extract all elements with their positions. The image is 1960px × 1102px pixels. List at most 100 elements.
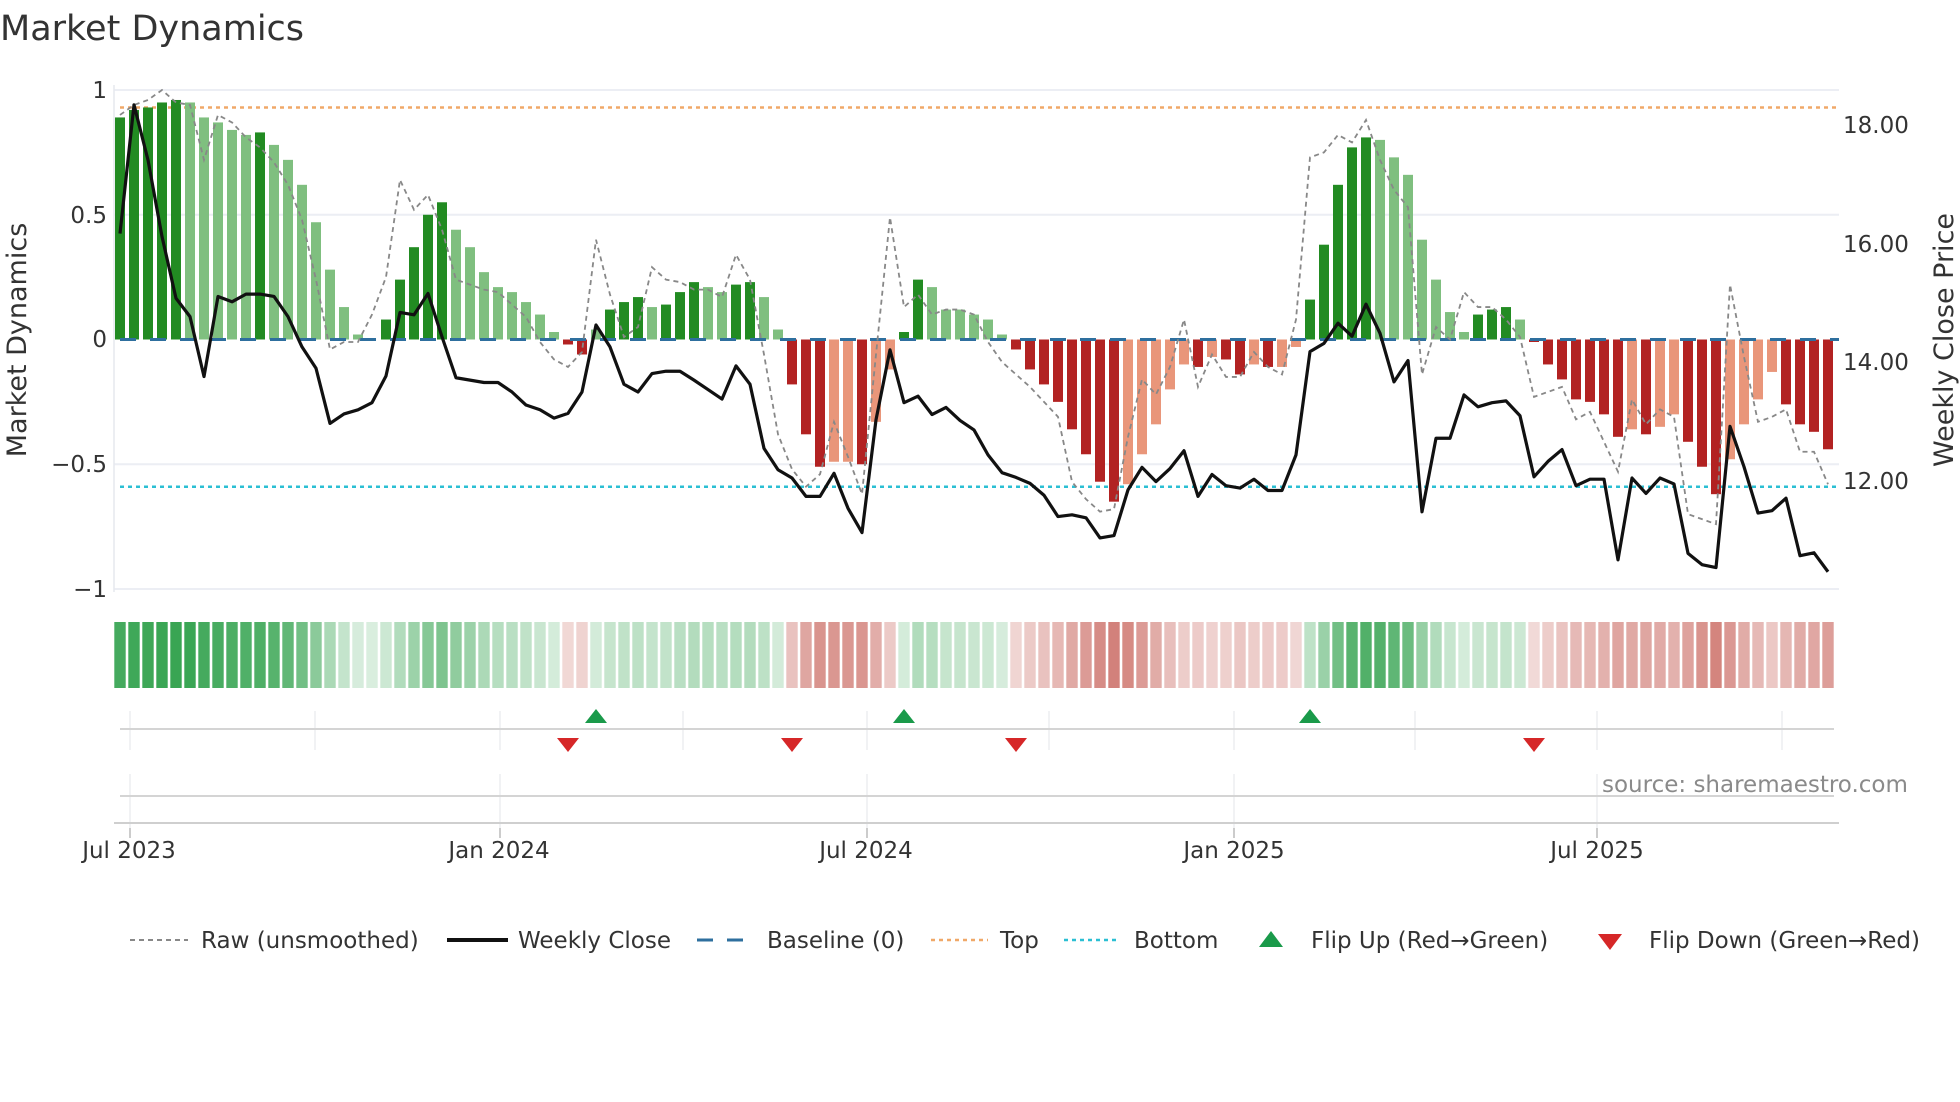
heatmap-cell bbox=[562, 622, 574, 688]
y-tick-left: −0.5 bbox=[51, 452, 107, 478]
heatmap-cell bbox=[1416, 622, 1428, 688]
momentum-bar bbox=[941, 309, 951, 340]
momentum-bars bbox=[115, 99, 1839, 502]
heatmap-cell bbox=[1472, 622, 1484, 688]
flip-up-marker bbox=[585, 709, 607, 723]
heatmap-cell bbox=[800, 622, 812, 688]
heatmap-cell bbox=[898, 622, 910, 688]
heatmap-cell bbox=[534, 622, 546, 688]
heatmap-cell bbox=[156, 622, 168, 688]
heatmap-cell bbox=[366, 622, 378, 688]
heatmap-cell bbox=[982, 622, 994, 688]
heatmap-cell bbox=[856, 622, 868, 688]
heatmap-cell bbox=[548, 622, 560, 688]
heatmap-cell bbox=[170, 622, 182, 688]
y-axis-title-right: Weekly Close Price bbox=[1929, 213, 1960, 467]
heatmap-cell bbox=[1094, 622, 1106, 688]
momentum-bar bbox=[1697, 339, 1707, 467]
heatmap-cell bbox=[226, 622, 238, 688]
legend-flip-down-icon bbox=[1598, 934, 1622, 950]
heatmap-cell bbox=[408, 622, 420, 688]
momentum-bar bbox=[913, 279, 923, 340]
legend-bottom-label: Bottom bbox=[1134, 928, 1218, 954]
momentum-bar bbox=[1235, 339, 1245, 375]
y-axis-title-left: Market Dynamics bbox=[2, 223, 33, 458]
heatmap-cell bbox=[1220, 622, 1232, 688]
heatmap-cell bbox=[646, 622, 658, 688]
momentum-bar bbox=[1109, 339, 1119, 502]
momentum-bar bbox=[255, 132, 265, 340]
heatmap-cell bbox=[1430, 622, 1442, 688]
heatmap-cell bbox=[912, 622, 924, 688]
momentum-bar bbox=[787, 339, 797, 385]
momentum-bar bbox=[1431, 279, 1441, 340]
heatmap-cell bbox=[1710, 622, 1722, 688]
momentum-bar bbox=[1487, 309, 1497, 340]
heatmap-cell bbox=[184, 622, 196, 688]
momentum-bar bbox=[1753, 339, 1763, 400]
momentum-bar bbox=[1599, 339, 1609, 415]
heatmap-cell bbox=[296, 622, 308, 688]
momentum-bar bbox=[1011, 339, 1021, 350]
heatmap-cell bbox=[744, 622, 756, 688]
momentum-bar bbox=[1053, 339, 1063, 402]
momentum-bar bbox=[969, 314, 979, 340]
flip-down-marker bbox=[781, 738, 803, 752]
heatmap-cell bbox=[1192, 622, 1204, 688]
momentum-bar bbox=[1151, 339, 1161, 425]
momentum-bar bbox=[1137, 339, 1147, 455]
heatmap-cell bbox=[954, 622, 966, 688]
momentum-bar bbox=[1179, 339, 1189, 365]
heatmap-cell bbox=[1500, 622, 1512, 688]
x-tick: Jul 2024 bbox=[817, 838, 913, 864]
momentum-bar bbox=[213, 122, 223, 340]
momentum-bar bbox=[1067, 339, 1077, 430]
heatmap-cell bbox=[1444, 622, 1456, 688]
heatmap-cell bbox=[114, 622, 126, 688]
legend: Raw (unsmoothed) Weekly Close Baseline (… bbox=[130, 928, 1920, 954]
heatmap-cell bbox=[1150, 622, 1162, 688]
heatmap-cell bbox=[1374, 622, 1386, 688]
heatmap-cell bbox=[1206, 622, 1218, 688]
x-tick: Jul 2025 bbox=[1548, 838, 1644, 864]
momentum-bar bbox=[1557, 339, 1567, 380]
momentum-bar bbox=[227, 129, 237, 340]
heatmap-cell bbox=[1668, 622, 1680, 688]
heatmap-cell bbox=[1696, 622, 1708, 688]
flip-down-marker bbox=[1523, 738, 1545, 752]
momentum-bar bbox=[1795, 339, 1805, 425]
momentum-bar bbox=[1095, 339, 1105, 482]
heatmap-cell bbox=[380, 622, 392, 688]
heatmap-cell bbox=[814, 622, 826, 688]
momentum-bar bbox=[1389, 157, 1399, 340]
heatmap-cell bbox=[1584, 622, 1596, 688]
heatmap-cell bbox=[772, 622, 784, 688]
heatmap-cell bbox=[1052, 622, 1064, 688]
momentum-bar bbox=[1165, 339, 1175, 390]
momentum-bar bbox=[1445, 312, 1455, 340]
x-tick: Jul 2023 bbox=[80, 838, 176, 864]
y-tick-right: 16.00 bbox=[1843, 232, 1909, 258]
heatmap-cell bbox=[1108, 622, 1120, 688]
momentum-bar bbox=[1543, 339, 1553, 365]
momentum-bar bbox=[1319, 244, 1329, 340]
heatmap-cell bbox=[422, 622, 434, 688]
momentum-bar bbox=[1571, 339, 1581, 400]
heatmap-cell bbox=[128, 622, 140, 688]
heatmap-cell bbox=[730, 622, 742, 688]
momentum-bar bbox=[339, 307, 349, 340]
momentum-bar bbox=[703, 287, 713, 340]
heatmap-cell bbox=[926, 622, 938, 688]
heatmap-cell bbox=[240, 622, 252, 688]
heatmap-cell bbox=[590, 622, 602, 688]
heatmap-cell bbox=[1038, 622, 1050, 688]
momentum-bar bbox=[1025, 339, 1035, 370]
momentum-bar bbox=[1263, 339, 1273, 367]
momentum-bar bbox=[241, 134, 251, 340]
momentum-bar bbox=[619, 302, 629, 340]
heatmap-cell bbox=[1486, 622, 1498, 688]
heatmap-cell bbox=[1640, 622, 1652, 688]
heatmap-cell bbox=[212, 622, 224, 688]
momentum-bar bbox=[1333, 184, 1343, 340]
y-tick-right: 18.00 bbox=[1843, 113, 1909, 139]
